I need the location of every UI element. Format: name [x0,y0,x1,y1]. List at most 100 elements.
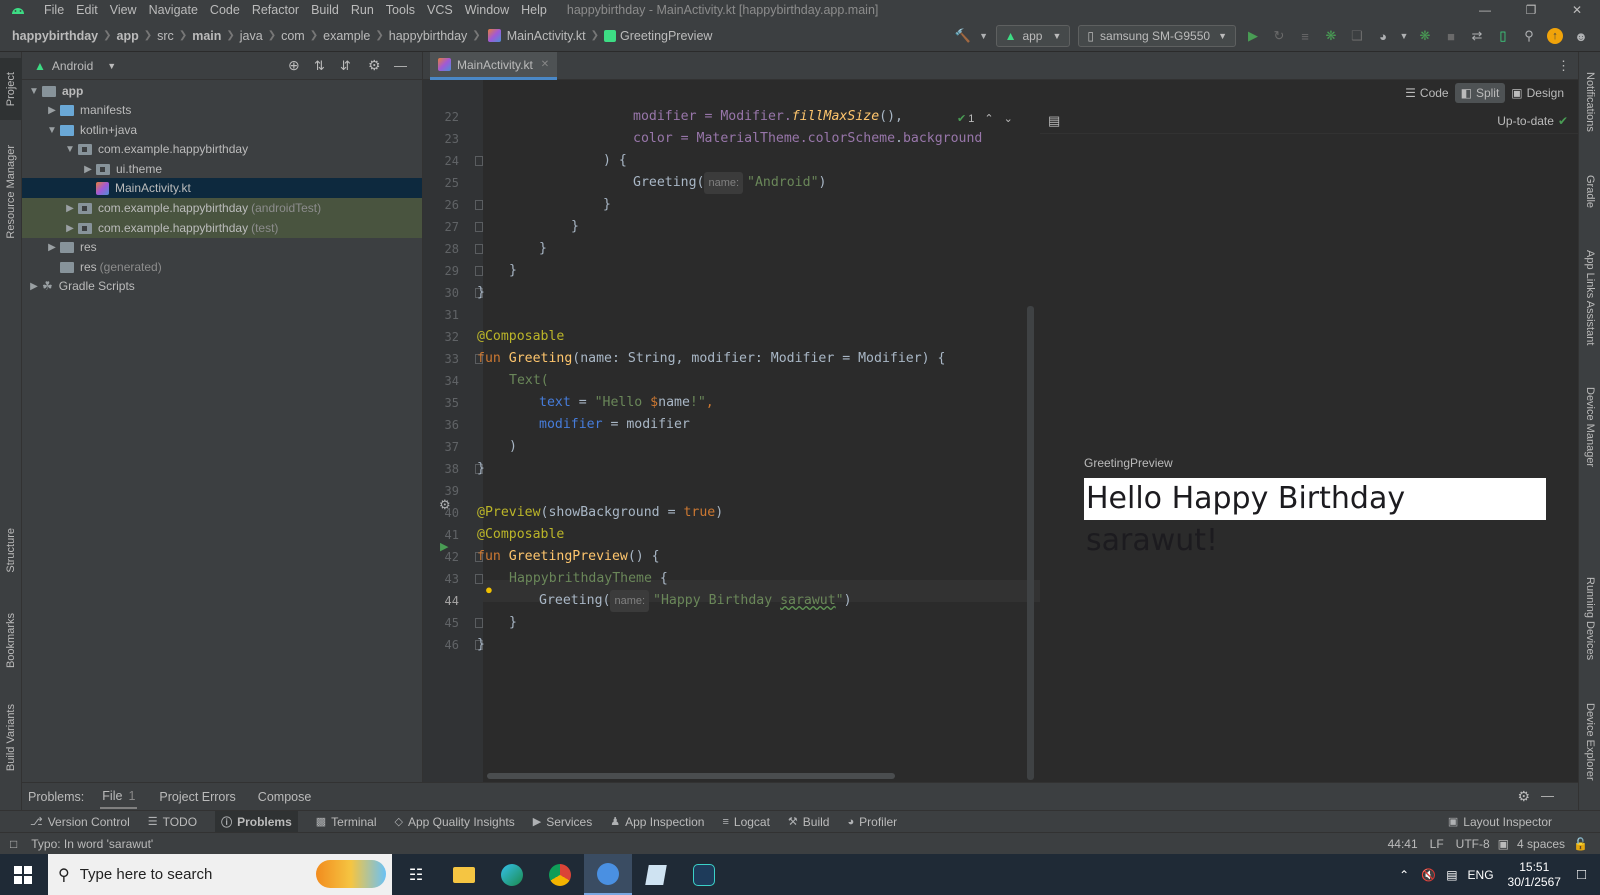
design-view-button[interactable]: ▣ Design [1505,83,1570,103]
chevron-up-icon[interactable]: ⌃ [1399,868,1409,882]
breadcrumb-src[interactable]: src [157,29,174,43]
breadcrumb-java[interactable]: java [240,29,263,43]
split-view-button[interactable]: ◧ Split [1454,83,1506,103]
breadcrumb-main[interactable]: main [192,29,221,43]
notification-center-icon[interactable]: □ [1577,866,1586,883]
todo-tool-button[interactable]: ☰ TODO [148,815,197,829]
taskbar-search[interactable]: ⚲ Type here to search [48,854,392,895]
tab-mainactivity[interactable]: MainActivity.kt ✕ [430,52,558,80]
tab-file[interactable]: File 1 [100,785,138,809]
clock[interactable]: 15:51 30/1/2567 [1508,860,1561,890]
chevron-right-icon[interactable]: ▶ [80,164,96,175]
file-explorer-icon[interactable] [440,854,488,895]
horizontal-scrollbar[interactable] [487,773,895,779]
tree-item-package-main[interactable]: ▼ com.example.happybirthday [22,139,422,159]
more-options-icon[interactable]: ⋮ [1557,58,1570,74]
menu-file[interactable]: File [38,0,70,20]
logcat-tool-button[interactable]: ≡ Logcat [722,815,769,829]
preview-canvas[interactable]: GreetingPreview Hello Happy Birthday sar… [1040,134,1570,782]
breadcrumb-example[interactable]: example [323,29,370,43]
run-icon[interactable]: ▶ [1242,25,1264,47]
tab-compose[interactable]: Compose [258,790,312,804]
device-manager-tool-tab[interactable]: Device Manager [1579,372,1600,482]
debug-icon[interactable]: ❋ [1320,25,1342,47]
menu-view[interactable]: View [104,0,143,20]
windows-start-icon[interactable] [14,866,32,887]
chevron-down-icon[interactable]: ▼ [978,25,990,47]
fold-marker[interactable] [475,222,483,232]
gradle-sync-icon[interactable]: ⇄ [1466,25,1488,47]
network-icon[interactable]: ▤ [1446,868,1457,882]
stop-icon[interactable]: ■ [1440,25,1462,47]
device-manager-icon[interactable]: ▯ [1492,25,1514,47]
chevron-right-icon[interactable]: ▶ [62,223,78,234]
chevron-down-icon[interactable]: ▼ [107,61,116,71]
file-encoding[interactable]: UTF-8 [1456,837,1490,851]
hide-panel-icon[interactable]: — [394,58,407,73]
fold-marker[interactable] [475,156,483,166]
tree-item-gradle-scripts[interactable]: ▶ ☘ Gradle Scripts [22,276,422,296]
tree-item-package-test[interactable]: ▶ com.example.happybirthday (test) [22,218,422,238]
tree-item-res-generated[interactable]: res (generated) [22,257,422,277]
update-icon[interactable]: ↑ [1544,25,1566,47]
menu-help[interactable]: Help [515,0,553,20]
inspection-widget[interactable]: ✔ 1 ⌃ ⌄ [957,112,1013,126]
maximize-icon[interactable]: ❐ [1508,0,1554,20]
breadcrumb-function[interactable]: GreetingPreview [620,29,712,43]
menu-navigate[interactable]: Navigate [143,0,204,20]
locate-icon[interactable]: ⊕ [288,57,300,74]
chevron-right-icon[interactable]: ▶ [62,203,78,214]
collapse-all-icon[interactable]: ⇵ [340,58,351,74]
tree-item-package-androidtest[interactable]: ▶ com.example.happybirthday (androidTest) [22,198,422,218]
services-tool-button[interactable]: ▶ Services [533,815,592,829]
chevron-right-icon[interactable]: ▶ [44,105,60,116]
fold-marker[interactable] [475,244,483,254]
tab-project-errors[interactable]: Project Errors [159,790,235,804]
android-studio-taskbar-icon[interactable] [584,854,632,895]
profile-icon[interactable]: ◕ [1372,25,1394,47]
account-icon[interactable]: ☻ [1570,25,1592,47]
caret-position[interactable]: 44:41 [1388,837,1418,851]
chevron-right-icon[interactable]: ▶ [26,281,42,292]
breadcrumb-package[interactable]: happybirthday [389,29,468,43]
apply-code-changes-icon[interactable]: ≡ [1294,25,1316,47]
resource-manager-tool-tab[interactable]: Resource Manager [0,132,22,252]
edge-icon[interactable] [488,854,536,895]
close-icon[interactable]: ✕ [541,59,549,70]
project-view-select[interactable]: Android [52,59,93,73]
menu-refactor[interactable]: Refactor [246,0,305,20]
nox-player-icon[interactable] [680,854,728,895]
gear-icon[interactable]: ⚙ [368,57,381,74]
menu-vcs[interactable]: VCS [421,0,459,20]
device-select[interactable]: ▯ samsung SM-G9550 ▼ [1078,25,1236,47]
code-view-button[interactable]: ☰ Code [1399,83,1454,103]
chevron-up-icon[interactable]: ⌃ [984,112,993,125]
breadcrumb-project[interactable]: happybirthday [12,29,98,43]
tree-item-manifests[interactable]: ▶ manifests [22,100,422,120]
app-inspection-tool-button[interactable]: ♟ App Inspection [610,815,704,829]
app-quality-insights-tool-button[interactable]: ◇ App Quality Insights [395,815,515,829]
hide-panel-icon[interactable]: — [1541,788,1554,803]
layout-inspector-tool-button[interactable]: ▣ Layout Inspector [1448,815,1552,829]
notifications-tool-tab[interactable]: Notifications [1579,62,1600,142]
fold-marker[interactable] [475,200,483,210]
expand-all-icon[interactable]: ⇅ [314,58,325,74]
indent-setting[interactable]: 4 spaces [1517,837,1565,851]
status-toggle-icon[interactable]: □ [10,837,17,851]
chevron-down-icon[interactable]: ▼ [26,86,42,97]
tree-item-kotlin-java[interactable]: ▼ kotlin+java [22,120,422,140]
menu-edit[interactable]: Edit [70,0,104,20]
greeting-preview-card[interactable]: Hello Happy Birthday sarawut! [1084,478,1546,558]
tree-item-mainactivity[interactable]: MainActivity.kt [22,178,422,198]
input-language[interactable]: ENG [1468,868,1494,882]
search-icon[interactable]: ⚲ [1518,25,1540,47]
app-links-tool-tab[interactable]: App Links Assistant [1579,238,1600,358]
version-control-tool-button[interactable]: ⎇ Version Control [30,815,130,829]
profiler-tool-button[interactable]: ◕ Profiler [847,815,897,829]
notepad-icon[interactable] [632,854,680,895]
build-variants-tool-tab[interactable]: Build Variants [0,692,22,784]
make-project-icon[interactable]: 🔨 [952,25,974,47]
problems-tool-button[interactable]: ⓘ Problems [215,810,298,833]
menu-run[interactable]: Run [345,0,380,20]
tree-item-app[interactable]: ▼ app [22,81,422,101]
